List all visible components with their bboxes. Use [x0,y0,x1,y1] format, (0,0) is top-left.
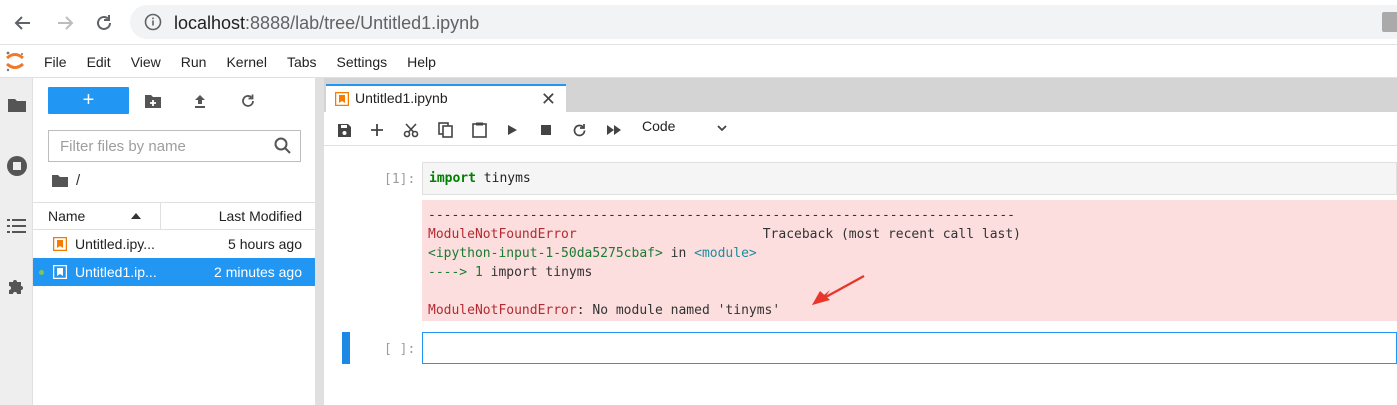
reload-icon[interactable] [91,10,117,36]
forward-icon[interactable] [52,10,78,36]
jupyter-logo-icon [4,50,26,77]
traceback-location: <ipython-input-1-50da5275cbaf> in <modul… [428,246,757,261]
filter-input[interactable]: Filter files by name [48,130,301,162]
traceback-line: ----> 1 import tinyms [428,265,593,280]
file-list-header: Name Last Modified [33,202,315,230]
code-cell-input-active[interactable] [422,332,1397,364]
name-column-header[interactable]: Name [33,203,161,229]
filter-placeholder: Filter files by name [60,138,186,155]
breadcrumb-path: / [76,172,81,189]
search-icon [274,137,292,160]
chevron-down-icon[interactable] [716,121,728,139]
save-icon[interactable] [334,120,354,140]
tab-bar: Untitled1.ipynb ✕ [324,78,1397,112]
menu-run[interactable]: Run [171,54,217,70]
paste-icon[interactable] [469,120,489,140]
file-name: Untitled.ipy... [75,236,155,252]
copy-icon[interactable] [435,120,455,140]
annotation-arrow-icon [812,274,865,305]
menu-edit[interactable]: Edit [77,54,121,70]
close-icon[interactable]: ✕ [541,89,556,110]
file-browser: + Filter files by name / Name Last Modif… [33,78,315,405]
url-text: localhost:8888/lab/tree/Untitled1.ipynb [174,13,480,33]
last-modified-column-header[interactable]: Last Modified [219,208,302,224]
menu-file[interactable]: File [34,54,77,70]
menu-settings[interactable]: Settings [327,54,398,70]
upload-icon[interactable] [189,90,211,112]
breadcrumb[interactable]: / [52,172,80,189]
file-name: Untitled1.ip... [75,264,157,280]
fast-forward-icon[interactable] [604,120,624,140]
menu-view[interactable]: View [121,54,171,70]
file-row[interactable]: Untitled.ipy... 5 hours ago [33,230,315,258]
cut-icon[interactable] [401,120,421,140]
new-folder-icon[interactable] [142,90,164,112]
error-output: ----------------------------------------… [422,200,1397,321]
file-modified: 5 hours ago [228,236,302,252]
name-column-label: Name [48,208,86,224]
activity-bar [0,78,33,405]
active-cell-indicator [342,332,350,364]
refresh-icon[interactable] [237,90,259,112]
command-palette-icon[interactable] [0,211,33,241]
site-info-icon[interactable] [144,13,162,36]
running-indicator-icon [39,270,44,275]
menu-kernel[interactable]: Kernel [216,54,276,70]
menu-tabs[interactable]: Tabs [277,54,327,70]
insert-cell-icon[interactable] [367,120,387,140]
file-row-selected[interactable]: Untitled1.ip... 2 minutes ago [33,258,315,286]
cell-prompt: [ ]: [384,342,416,357]
stop-icon[interactable] [536,120,556,140]
extensions-icon[interactable] [0,271,33,301]
sort-ascending-icon [131,213,141,219]
menu-help[interactable]: Help [397,54,446,70]
traceback-header: ModuleNotFoundError Traceback (most recen… [428,227,1021,242]
code-text: tinyms [475,171,531,186]
notebook-tab-icon [334,91,350,111]
error-message: ModuleNotFoundError: No module named 'ti… [428,303,781,318]
notebook-icon [52,236,68,254]
panel-splitter[interactable] [315,78,324,405]
extension-icon[interactable] [1382,12,1397,32]
folder-icon[interactable] [0,90,33,120]
run-icon[interactable] [502,120,522,140]
browser-bar: localhost:8888/lab/tree/Untitled1.ipynb [0,0,1397,45]
running-sessions-icon[interactable] [0,151,33,181]
file-modified: 2 minutes ago [214,264,302,280]
cell-type-select[interactable]: Code [642,118,675,134]
menu-bar: File Edit View Run Kernel Tabs Settings … [0,45,1397,78]
tab-untitled1[interactable]: Untitled1.ipynb ✕ [326,84,566,112]
breadcrumb-folder-icon [52,174,68,187]
code-cell-input[interactable]: import tinyms [422,162,1397,195]
notebook-icon [52,264,68,282]
address-bar[interactable]: localhost:8888/lab/tree/Untitled1.ipynb [130,5,1397,39]
new-launcher-button[interactable]: + [48,87,129,114]
cell-prompt: [1]: [384,172,416,187]
back-icon[interactable] [10,10,36,36]
restart-icon[interactable] [569,120,589,140]
notebook-toolbar: Code [324,112,1397,146]
tab-label: Untitled1.ipynb [355,90,448,106]
code-keyword: import [429,171,476,186]
notebook-panel: [1]: import tinyms ---------------------… [324,146,1397,405]
traceback-separator: ----------------------------------------… [428,208,1015,223]
